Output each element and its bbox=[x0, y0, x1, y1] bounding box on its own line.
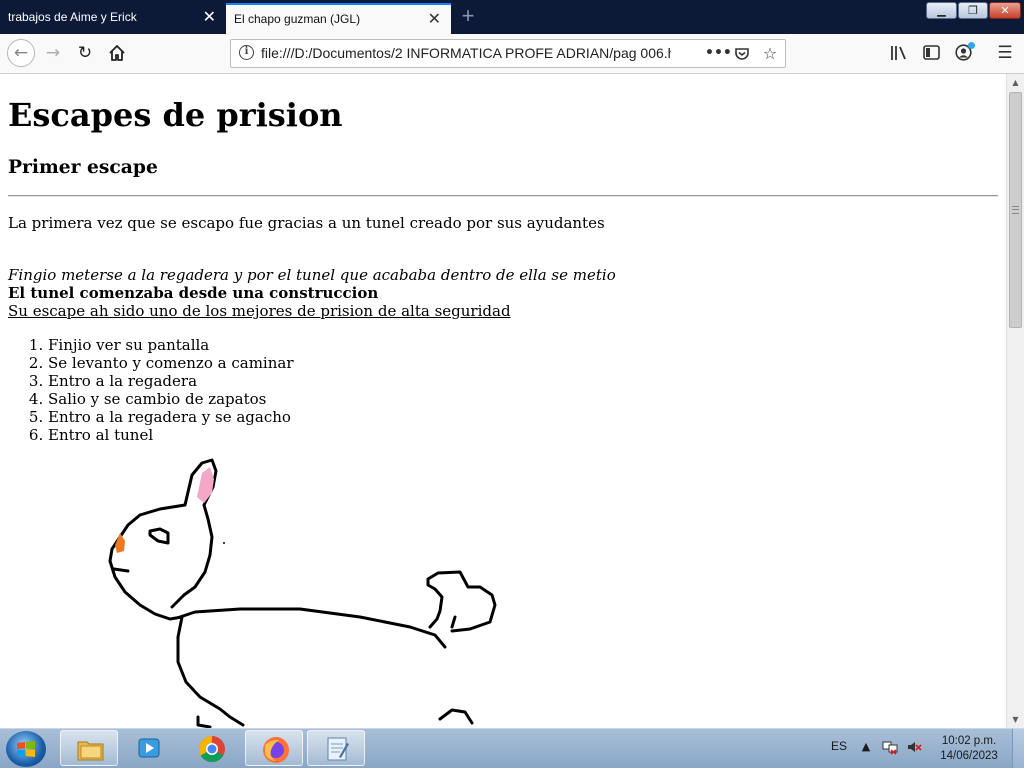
taskbar-media-player[interactable] bbox=[120, 730, 178, 766]
notification-dot bbox=[968, 42, 975, 49]
back-icon[interactable]: ← bbox=[7, 39, 35, 67]
forward-icon[interactable]: → bbox=[40, 40, 66, 66]
ear-inner bbox=[197, 467, 214, 503]
language-indicator[interactable]: ES bbox=[831, 739, 847, 753]
show-hidden-icons-icon[interactable]: ▲ bbox=[858, 739, 874, 755]
page-content: Escapes de prision Primer escape La prim… bbox=[0, 74, 1006, 728]
pocket-icon[interactable] bbox=[731, 40, 753, 72]
show-desktop-button[interactable] bbox=[1012, 729, 1024, 768]
scrollbar-thumb[interactable] bbox=[1009, 92, 1022, 328]
list-item: Entro al tunel bbox=[48, 426, 294, 444]
restore-icon: ❐ bbox=[968, 4, 978, 17]
clock-time: 10:02 p.m. bbox=[941, 735, 997, 747]
underlined-text: Su escape ah sido uno de los mejores de … bbox=[8, 302, 511, 320]
media-player-icon bbox=[135, 734, 163, 762]
minimize-button[interactable]: ▁ bbox=[926, 2, 957, 19]
close-tab-icon[interactable]: ✕ bbox=[428, 5, 441, 34]
taskbar: ES ▲ 10:02 p.m. 14/06/2023 bbox=[0, 728, 1024, 768]
scroll-up-arrow-icon[interactable]: ▲ bbox=[1007, 74, 1024, 91]
list-item: Entro a la regadera y se agacho bbox=[48, 408, 294, 426]
maximize-button[interactable]: ❐ bbox=[958, 2, 988, 19]
rabbit-drawing bbox=[108, 458, 497, 728]
network-icon[interactable] bbox=[882, 739, 898, 755]
close-window-button[interactable]: ✕ bbox=[989, 2, 1021, 19]
firefox-icon bbox=[261, 735, 289, 763]
nose bbox=[115, 533, 125, 553]
list-item: Entro a la regadera bbox=[48, 372, 294, 390]
bookmark-star-icon[interactable]: ☆ bbox=[759, 40, 781, 67]
menu-icon[interactable]: ☰ bbox=[992, 40, 1018, 66]
more-actions-icon[interactable]: ••• bbox=[705, 40, 732, 67]
close-tab-icon[interactable]: ✕ bbox=[203, 3, 216, 32]
notepad-icon bbox=[323, 735, 351, 763]
clock-date: 14/06/2023 bbox=[940, 750, 998, 762]
italic-text: Fingio meterse a la regadera y por el tu… bbox=[8, 266, 616, 284]
page-title: Escapes de prision bbox=[8, 96, 343, 134]
file-explorer-icon bbox=[76, 735, 104, 763]
list-item: Finjio ver su pantalla bbox=[48, 336, 294, 354]
tab-chapo-guzman[interactable]: El chapo guzman (JGL) ✕ bbox=[226, 3, 451, 34]
grip-icon bbox=[1012, 206, 1019, 214]
intro-paragraph: La primera vez que se escapo fue gracias… bbox=[8, 214, 605, 232]
start-button[interactable] bbox=[6, 731, 46, 767]
taskbar-firefox[interactable] bbox=[245, 730, 303, 766]
taskbar-chrome[interactable] bbox=[182, 730, 240, 766]
tab-title: trabajos de Aime y Erick bbox=[8, 10, 137, 24]
reload-icon[interactable]: ↻ bbox=[72, 40, 98, 66]
volume-muted-icon[interactable] bbox=[906, 739, 922, 755]
list-item: Se levanto y comenzo a caminar bbox=[48, 354, 294, 372]
tab-trabajos[interactable]: trabajos de Aime y Erick ✕ bbox=[0, 3, 226, 34]
navigation-bar: ← → ↻ i file:///D:/Documentos/2 INFORMAT… bbox=[0, 34, 1024, 74]
info-icon[interactable]: i bbox=[239, 45, 254, 60]
chrome-icon bbox=[197, 734, 225, 763]
taskbar-file-explorer[interactable] bbox=[60, 730, 118, 766]
tab-title: El chapo guzman (JGL) bbox=[234, 12, 361, 26]
section-subtitle: Primer escape bbox=[8, 156, 158, 178]
library-icon[interactable] bbox=[886, 40, 912, 66]
sidebar-icon[interactable] bbox=[918, 40, 944, 66]
taskbar-notepad[interactable] bbox=[307, 730, 365, 766]
home-icon[interactable] bbox=[104, 40, 130, 66]
minimize-icon: ▁ bbox=[937, 4, 946, 17]
bold-text: El tunel comenzaba desde una construccio… bbox=[8, 284, 379, 302]
steps-list: Finjio ver su pantalla Se levanto y come… bbox=[8, 336, 294, 444]
windows-logo-icon bbox=[16, 740, 36, 758]
close-icon: ✕ bbox=[1000, 4, 1010, 17]
list-item: Salio y se cambio de zapatos bbox=[48, 390, 294, 408]
scroll-down-arrow-icon[interactable]: ▼ bbox=[1007, 711, 1024, 728]
new-tab-icon[interactable]: + bbox=[458, 4, 478, 30]
vertical-scrollbar[interactable]: ▲ ▼ bbox=[1006, 74, 1024, 728]
url-text[interactable]: file:///D:/Documentos/2 INFORMATICA PROF… bbox=[261, 40, 671, 67]
system-clock[interactable]: 10:02 p.m. 14/06/2023 bbox=[934, 734, 1004, 764]
horizontal-rule bbox=[8, 195, 998, 197]
tab-strip: trabajos de Aime y Erick ✕ El chapo guzm… bbox=[0, 0, 1024, 34]
address-bar[interactable]: i file:///D:/Documentos/2 INFORMATICA PR… bbox=[230, 39, 786, 68]
